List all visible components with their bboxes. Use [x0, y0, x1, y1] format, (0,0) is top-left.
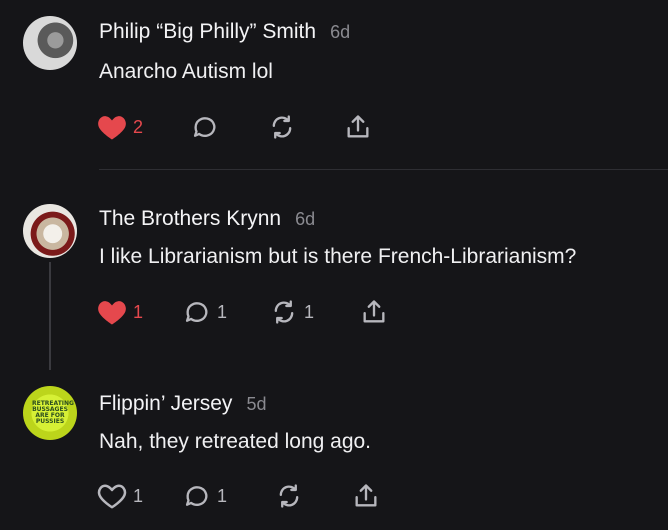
reply-bubble-icon [185, 302, 208, 322]
like-count: 1 [133, 485, 144, 506]
reply-count: 1 [217, 485, 228, 506]
repost-count: 1 [304, 301, 315, 322]
author-name[interactable]: Flippin’ Jersey [99, 392, 232, 416]
timestamp: 6d [295, 209, 316, 229]
repost-button[interactable]: 1 [270, 297, 314, 327]
repost-icon [274, 300, 294, 324]
repost-icon [279, 484, 299, 508]
reply-button[interactable]: 1 [183, 297, 227, 327]
share-icon [363, 300, 385, 323]
reply-button[interactable] [191, 112, 219, 142]
share-icon [355, 484, 377, 507]
like-button[interactable]: 1 [97, 481, 143, 511]
avatar-badge-text: RETREATING BUSSAGES ARE FOR PUSSIES [32, 400, 74, 425]
comment-1-header: Philip “Big Philly” Smith 6d [99, 20, 350, 44]
share-button[interactable] [352, 481, 380, 511]
timestamp: 5d [246, 394, 267, 414]
thread-line [49, 262, 51, 370]
like-count: 1 [133, 301, 144, 322]
reply-button[interactable]: 1 [183, 481, 227, 511]
timestamp: 6d [330, 22, 351, 42]
comment-text: Anarcho Autism lol [99, 60, 273, 83]
avatar-brothers-krynn[interactable] [23, 204, 77, 258]
comment-text: Nah, they retreated long ago. [99, 430, 372, 453]
heart-icon [97, 484, 127, 509]
like-count: 2 [133, 116, 144, 137]
share-button[interactable] [344, 112, 372, 142]
author-name[interactable]: Philip “Big Philly” Smith [99, 20, 316, 44]
share-icon [347, 115, 369, 138]
repost-button[interactable] [275, 481, 303, 511]
like-button[interactable]: 2 [97, 112, 143, 142]
repost-icon [272, 115, 292, 139]
reply-count: 1 [217, 301, 228, 322]
like-button[interactable]: 1 [97, 297, 143, 327]
comment-text: I like Librarianism but is there French-… [99, 245, 577, 268]
avatar-philip[interactable] [23, 16, 77, 70]
repost-button[interactable] [268, 112, 296, 142]
heart-icon [98, 301, 126, 325]
comment-2-header: The Brothers Krynn 6d [99, 207, 315, 231]
avatar-flippin-jersey[interactable]: RETREATING BUSSAGES ARE FOR PUSSIES [23, 386, 77, 440]
heart-icon [98, 116, 126, 140]
author-name[interactable]: The Brothers Krynn [99, 207, 281, 231]
reply-bubble-icon [193, 117, 216, 137]
comment-3-header: Flippin’ Jersey 5d [99, 392, 266, 416]
share-button[interactable] [360, 297, 388, 327]
divider [99, 169, 668, 170]
reply-bubble-icon [185, 486, 208, 506]
